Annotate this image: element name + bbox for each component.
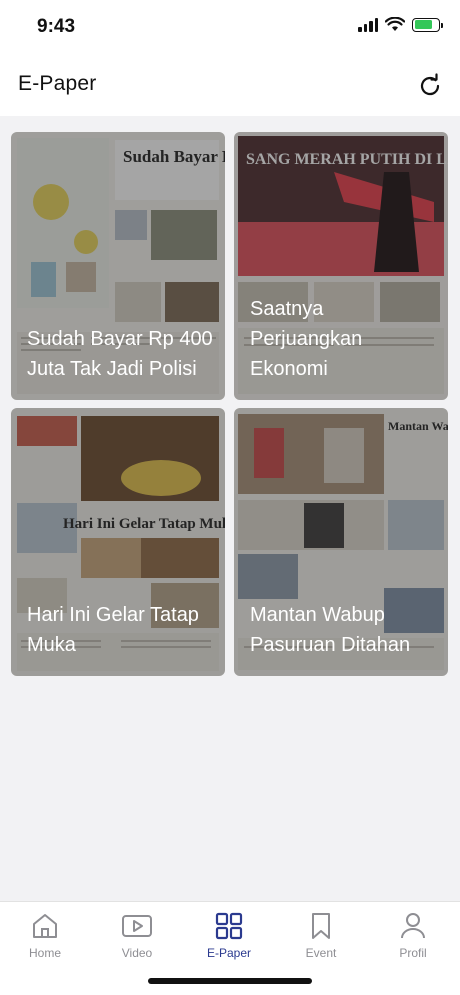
tab-label: Profil — [399, 946, 427, 960]
tab-profil[interactable]: Profil — [373, 910, 453, 966]
home-icon — [33, 914, 57, 938]
app-header: E-Paper — [0, 56, 460, 116]
refresh-icon — [420, 73, 440, 96]
tab-label: Event — [305, 946, 337, 960]
video-icon — [122, 915, 152, 937]
grid-icon — [215, 912, 243, 940]
refresh-button[interactable] — [416, 72, 444, 100]
tab-epaper[interactable]: E-Paper — [189, 910, 269, 966]
tab-label: Home — [28, 946, 61, 960]
home-indicator — [148, 978, 312, 984]
tab-label: E-Paper — [206, 946, 252, 960]
person-icon — [401, 913, 425, 939]
status-time: 9:43 — [37, 16, 76, 37]
epaper-card[interactable]: Mantan Wabup Pasuruan Ditahan Mantan Wab… — [234, 408, 448, 676]
tab-home[interactable]: Home — [5, 910, 85, 966]
tab-video[interactable]: Video — [97, 910, 177, 966]
epaper-title: Sudah Bayar Rp 400 Juta Tak Jadi Polisi — [27, 328, 213, 380]
wifi-icon — [385, 17, 405, 31]
page-title: E-Paper — [18, 72, 97, 95]
epaper-card[interactable]: SANG MERAH PUTIH DI LAUTAN Saatnya Perju… — [234, 132, 448, 400]
battery-icon — [412, 17, 443, 32]
epaper-card[interactable]: Sudah Bayar Rp 400 Juta, Tak Jadi Polisi… — [11, 132, 225, 400]
cellular-signal-icon — [358, 17, 378, 32]
epaper-title: Hari Ini Gelar Tatap Muka — [27, 604, 199, 656]
status-icons — [358, 17, 443, 32]
status-bar: 9:43 — [0, 0, 460, 56]
bookmark-icon — [312, 913, 330, 939]
tab-label: Video — [121, 946, 153, 960]
epaper-grid: Sudah Bayar Rp 400 Juta, Tak Jadi Polisi… — [0, 116, 460, 901]
epaper-title: Mantan Wabup Pasuruan Ditahan — [250, 604, 411, 656]
epaper-card[interactable]: Hari Ini Gelar Tatap Muka Hari Ini Gelar… — [11, 408, 225, 676]
epaper-title: Saatnya Perjuangkan Ekonomi — [250, 298, 363, 380]
tab-event[interactable]: Event — [281, 910, 361, 966]
